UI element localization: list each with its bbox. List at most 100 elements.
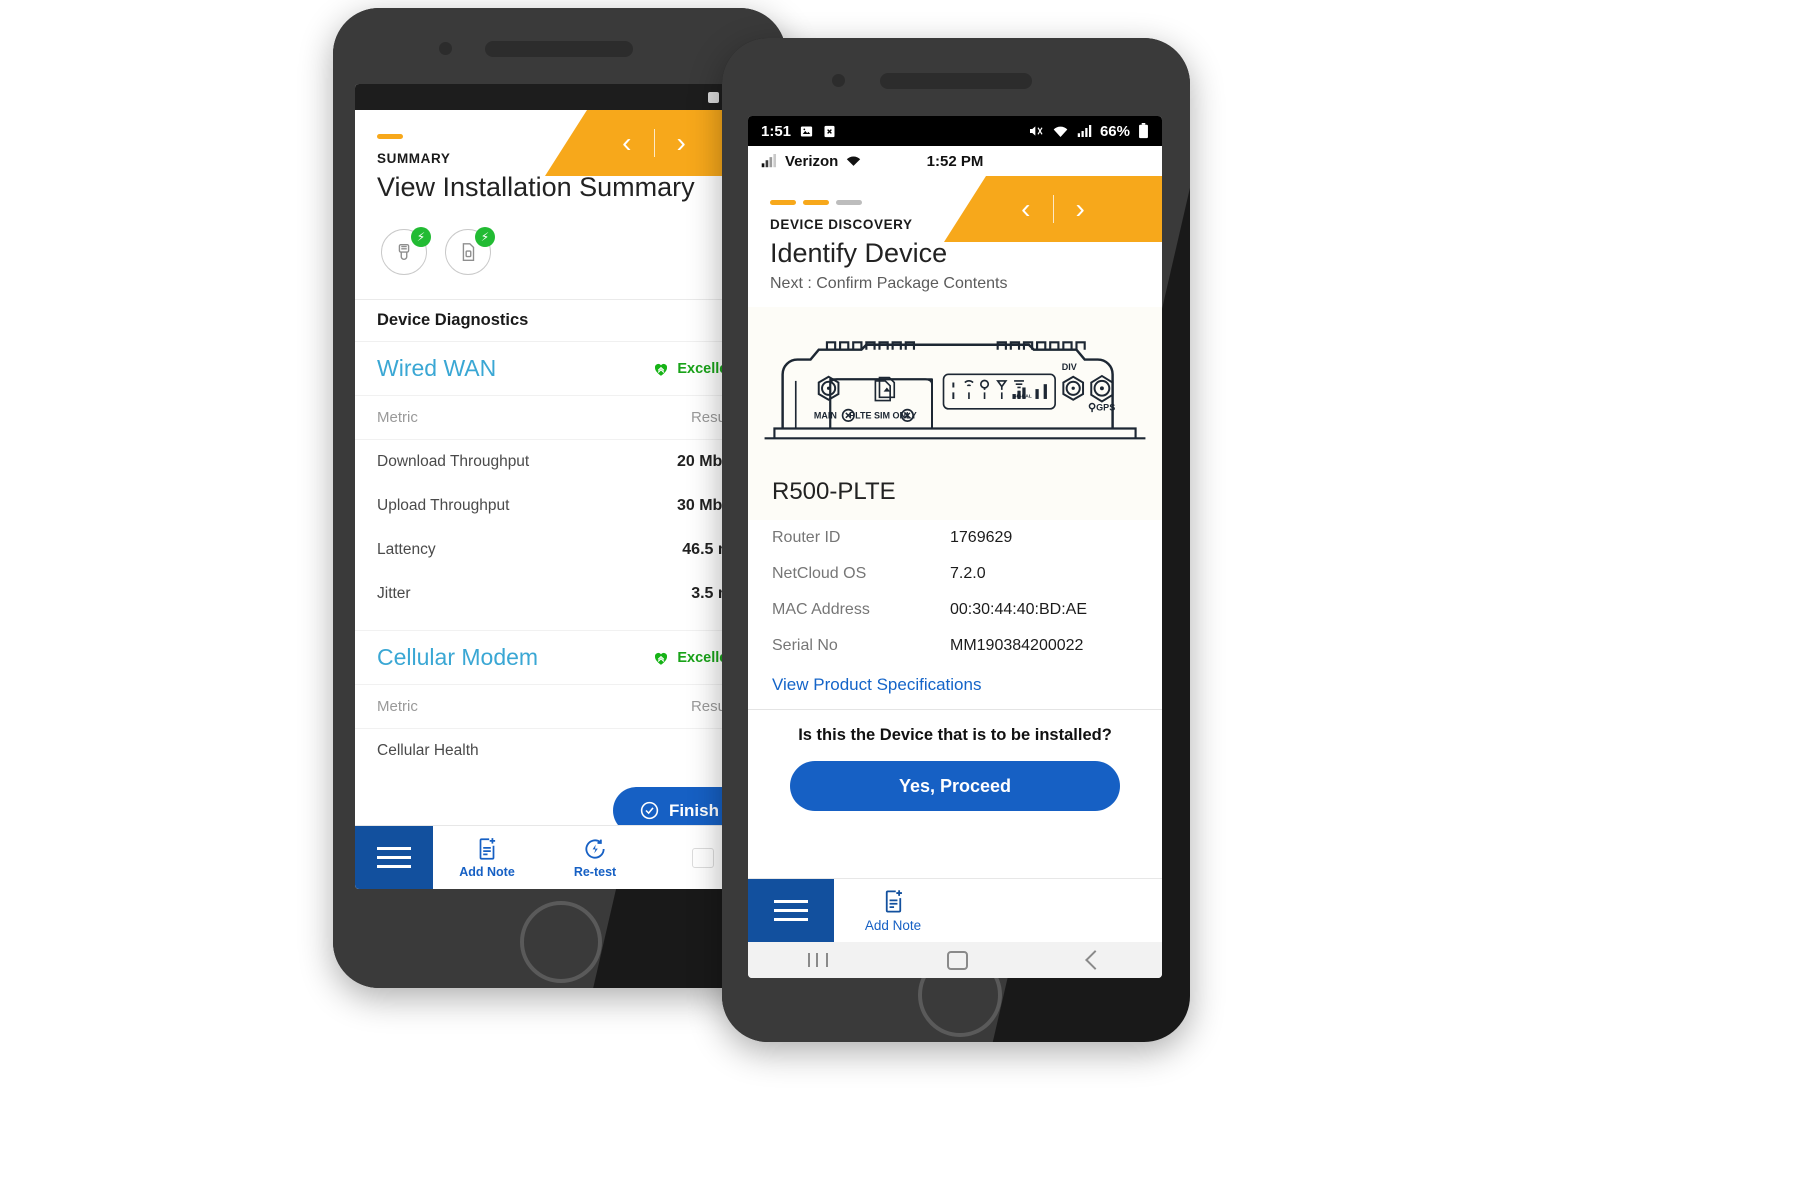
device-name: R500-PLTE	[748, 462, 1162, 520]
x-file-icon	[824, 125, 835, 137]
router-illustration: MAIN PLTE SIM ONLY DIV GPS SIGNAL	[748, 307, 1162, 462]
info-key: NetCloud OS	[772, 565, 867, 582]
p1-next-button[interactable]: ›	[655, 129, 708, 157]
table-row: Lattency 46.5 ms	[355, 528, 763, 572]
info-value: 7.2.0	[950, 565, 986, 582]
add-note-label: Add Note	[459, 865, 515, 879]
p1-status-badges: ⚡ ⚡	[355, 203, 763, 299]
info-value: MM190384200022	[950, 637, 1084, 654]
add-note-button[interactable]: Add Note	[834, 879, 952, 942]
menu-button[interactable]	[355, 826, 433, 889]
info-row: Serial No MM190384200022	[748, 628, 1162, 664]
check-circle-icon	[640, 801, 659, 820]
table-header-wired-wan: Metric Results	[355, 396, 763, 440]
info-value: 1769629	[950, 529, 1013, 546]
p1-status-bar	[355, 84, 763, 110]
router-label-sim: PLTE SIM ONLY	[849, 411, 917, 421]
phone-right: 1:51 66% Verizon 1:52 PM ‹ › DEVICE DISC…	[722, 38, 1190, 1042]
recents-icon[interactable]	[807, 953, 828, 967]
router-label-signal: SIGNAL	[1013, 393, 1032, 399]
home-icon[interactable]	[947, 950, 969, 970]
p1-header: ‹ › SUMMARY View Installation Summary	[355, 110, 763, 203]
re-test-label: Re-test	[573, 865, 617, 879]
router-label-div: DIV	[1062, 362, 1077, 372]
mute-icon	[1029, 126, 1043, 136]
group-header-wired-wan[interactable]: Wired WAN Excellent	[355, 342, 763, 396]
confirm-section: Is this the Device that is to be install…	[748, 709, 1162, 811]
p1-bottom-nav: Add Note Re-test	[355, 825, 763, 889]
ethernet-ok-bolt-icon: ⚡	[411, 227, 431, 247]
group-title: Wired WAN	[377, 355, 497, 381]
table-row: Download Throughput 20 Mbps	[355, 440, 763, 484]
metric-label: Cellular Health	[377, 742, 479, 759]
add-note-icon	[479, 838, 496, 860]
p2-step-2	[803, 200, 829, 205]
earpiece-speaker	[485, 41, 633, 57]
heart-excellent-icon	[655, 652, 668, 665]
col-metric: Metric	[377, 409, 418, 426]
info-key: Serial No	[772, 637, 838, 654]
home-button[interactable]	[520, 901, 602, 983]
wifi-icon	[1053, 126, 1068, 137]
re-test-button[interactable]: Re-test	[541, 826, 649, 889]
hamburger-icon	[774, 909, 808, 912]
add-note-label: Add Note	[864, 918, 922, 933]
p2-next-button[interactable]: ›	[1054, 195, 1107, 223]
info-row: MAC Address 00:30:44:40:BD:AE	[748, 592, 1162, 628]
hamburger-icon	[377, 856, 411, 859]
info-row: Router ID 1769629	[748, 520, 1162, 556]
view-product-specifications-link[interactable]: View Product Specifications	[748, 664, 1162, 709]
metric-label: Upload Throughput	[377, 497, 510, 514]
carrier-time: 1:52 PM	[926, 152, 984, 170]
info-row: NetCloud OS 7.2.0	[748, 556, 1162, 592]
table-row: Upload Throughput 30 Mbps	[355, 484, 763, 528]
front-camera-icon	[832, 74, 845, 87]
image-icon	[800, 126, 813, 136]
phone-right-screen: 1:51 66% Verizon 1:52 PM ‹ › DEVICE DISC…	[748, 116, 1162, 978]
ethernet-badge: ⚡	[381, 227, 431, 275]
phone-left: ‹ › SUMMARY View Installation Summary ⚡ …	[333, 8, 786, 988]
info-key: Router ID	[772, 529, 841, 546]
yes-proceed-button[interactable]: Yes, Proceed	[790, 761, 1120, 811]
phone-left-screen: ‹ › SUMMARY View Installation Summary ⚡ …	[355, 84, 763, 889]
p2-header: ‹ › DEVICE DISCOVERY Identify Device Nex…	[748, 176, 1162, 307]
finish-label: Finish	[668, 800, 719, 820]
add-note-icon	[885, 890, 902, 913]
square-icon	[708, 92, 719, 103]
table-row: Jitter 3.5 ms	[355, 572, 763, 616]
status-time: 1:51	[761, 122, 792, 140]
table-row: Cellular Health 80	[355, 729, 763, 773]
p1-section-title: Device Diagnostics	[355, 299, 763, 342]
metric-label: Jitter	[377, 585, 411, 602]
signal-icon	[1077, 125, 1092, 137]
heart-excellent-icon	[655, 363, 668, 376]
add-note-button[interactable]: Add Note	[433, 826, 541, 889]
confirm-question: Is this the Device that is to be install…	[798, 726, 1112, 744]
p1-step-1	[377, 134, 403, 139]
android-nav-bar	[748, 942, 1162, 978]
p2-step-3	[836, 200, 862, 205]
p1-prev-button[interactable]: ‹	[600, 129, 653, 157]
re-test-icon	[585, 839, 605, 859]
android-status-bar: 1:51 66%	[748, 116, 1162, 146]
placeholder-icon	[692, 847, 714, 868]
back-icon[interactable]	[1085, 950, 1106, 970]
p2-prev-button[interactable]: ‹	[999, 195, 1052, 223]
table-header-cellular-modem: Metric Results	[355, 685, 763, 729]
p2-page-subtitle: Next : Confirm Package Contents	[770, 275, 1008, 292]
carrier-bar: Verizon 1:52 PM	[748, 146, 1162, 176]
menu-button[interactable]	[748, 879, 834, 942]
metric-label: Download Throughput	[377, 453, 530, 470]
p2-bottom-nav: Add Note	[748, 878, 1162, 942]
front-camera-icon	[439, 42, 452, 55]
earpiece-speaker	[880, 73, 1032, 89]
info-value: 00:30:44:40:BD:AE	[950, 601, 1087, 618]
col-metric: Metric	[377, 698, 418, 715]
group-title: Cellular Modem	[377, 644, 539, 670]
battery-icon	[1139, 123, 1148, 139]
metric-label: Lattency	[377, 541, 436, 558]
sim-badge: ⚡	[445, 227, 495, 275]
battery-percent: 66%	[1099, 122, 1130, 140]
p2-step-1	[770, 200, 796, 205]
group-header-cellular-modem[interactable]: Cellular Modem Excellent	[355, 630, 763, 685]
